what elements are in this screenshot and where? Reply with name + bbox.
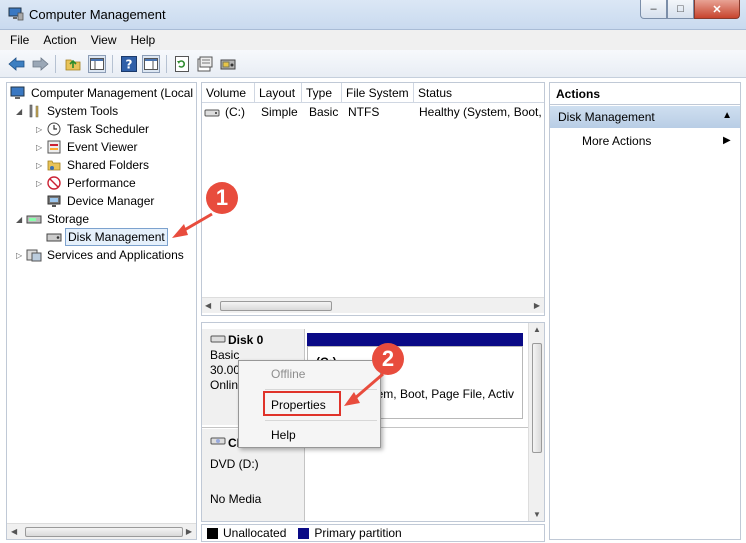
step-1-badge: 1 <box>206 182 238 214</box>
step-2-badge: 2 <box>372 343 404 375</box>
annotation-arrows <box>172 212 384 406</box>
